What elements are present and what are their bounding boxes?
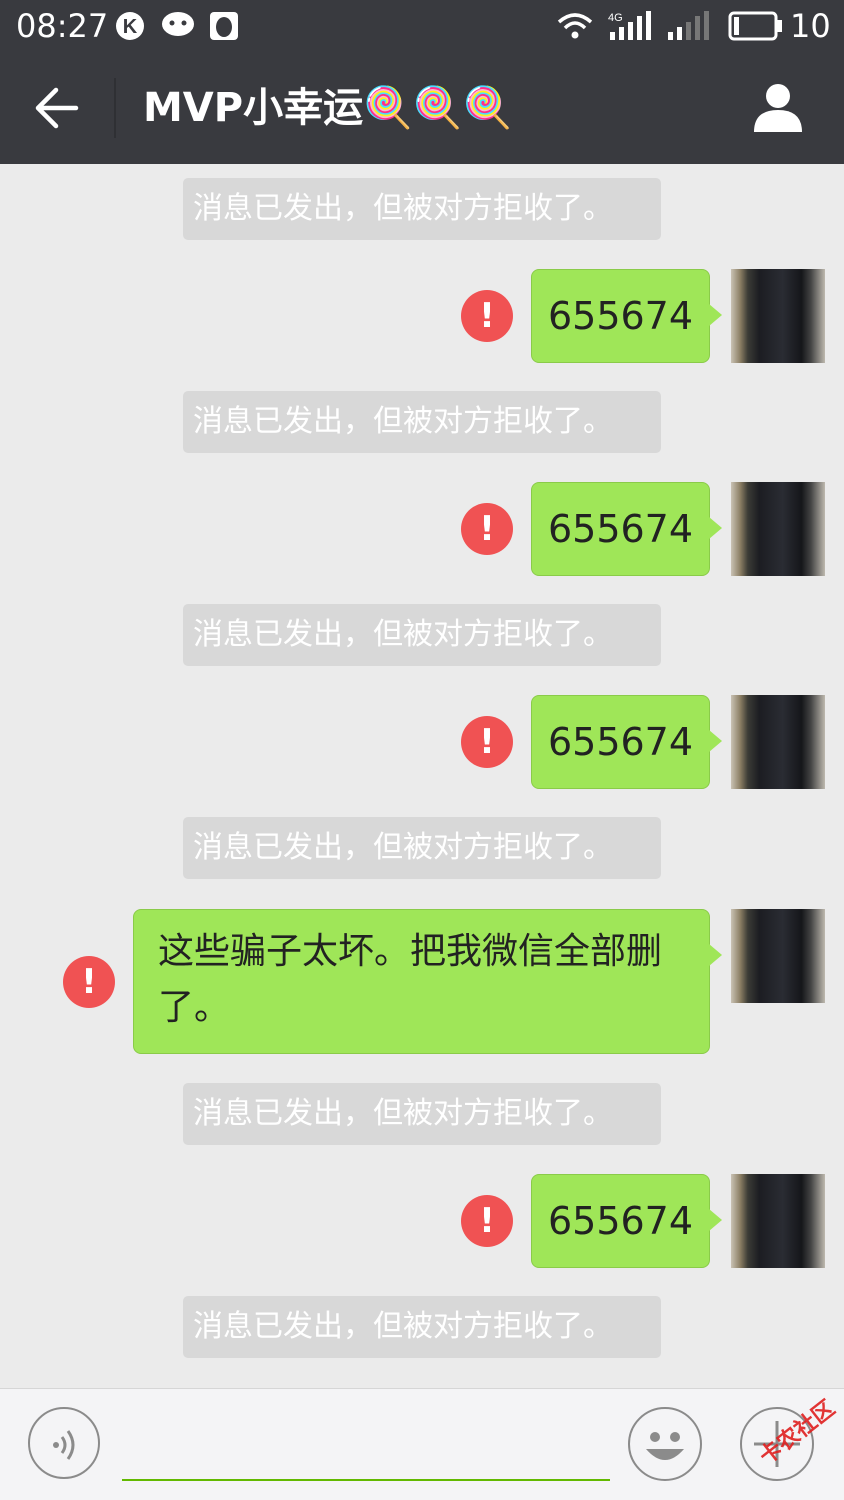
- message-input[interactable]: [122, 1419, 614, 1477]
- voice-icon: [53, 1430, 75, 1460]
- voice-button[interactable]: [28, 1407, 100, 1479]
- status-bar: 08:27 K 4G 10: [0, 0, 844, 52]
- message-text: 这些骗子太坏。把我微信全部删了。: [158, 931, 663, 1028]
- system-notice: 消息已发出，但被对方拒收了。: [183, 1083, 661, 1145]
- avatar[interactable]: [731, 269, 825, 363]
- network-label: 4G: [608, 12, 623, 24]
- message-text: 655674: [547, 507, 694, 551]
- battery-icon: [728, 11, 782, 41]
- system-notice: 消息已发出，但被对方拒收了。: [183, 604, 661, 666]
- avatar[interactable]: [731, 695, 825, 789]
- wifi-icon: [557, 13, 593, 39]
- person-icon: [754, 84, 802, 132]
- arrow-left-icon: [35, 87, 79, 129]
- back-button[interactable]: [28, 80, 88, 136]
- title-bar: MVP小幸运🍭🍭🍭: [0, 52, 844, 164]
- title-divider: [114, 78, 116, 138]
- message-text: 655674: [547, 1199, 694, 1243]
- qq-icon: [210, 12, 238, 40]
- wechat-icon: [162, 12, 194, 36]
- send-failed-icon[interactable]: !: [461, 716, 513, 768]
- message-bubble[interactable]: 655674: [531, 695, 722, 789]
- send-failed-icon[interactable]: !: [63, 956, 115, 1008]
- avatar[interactable]: [731, 909, 825, 1003]
- system-notice: 消息已发出，但被对方拒收了。: [183, 178, 661, 240]
- signal-icon: [668, 11, 709, 40]
- input-bar: 卡农社区: [0, 1388, 844, 1500]
- svg-text:K: K: [123, 16, 138, 38]
- message-bubble[interactable]: 655674: [531, 1174, 722, 1268]
- smile-icon: [646, 1432, 684, 1460]
- message-bubble[interactable]: 这些骗子太坏。把我微信全部删了。: [133, 909, 722, 1054]
- message-bubble[interactable]: 655674: [531, 482, 722, 576]
- chat-info-button[interactable]: [748, 80, 808, 136]
- message-bubble[interactable]: 655674: [531, 269, 722, 363]
- system-notice: 消息已发出，但被对方拒收了。: [183, 391, 661, 453]
- status-time: 08:27: [16, 7, 109, 45]
- kmusic-icon: K: [116, 12, 144, 40]
- send-failed-icon[interactable]: !: [461, 290, 513, 342]
- emoji-button[interactable]: [628, 1407, 702, 1481]
- avatar[interactable]: [731, 1174, 825, 1268]
- message-text: 655674: [547, 294, 694, 338]
- chat-title: MVP小幸运🍭🍭🍭: [143, 85, 513, 131]
- system-notice: 消息已发出，但被对方拒收了。: [183, 1296, 661, 1358]
- battery-level: 10: [790, 7, 831, 45]
- send-failed-icon[interactable]: !: [461, 1195, 513, 1247]
- send-failed-icon[interactable]: !: [461, 503, 513, 555]
- signal-4g-icon: 4G: [608, 11, 651, 40]
- system-notice: 消息已发出，但被对方拒收了。: [183, 817, 661, 879]
- message-text: 655674: [547, 720, 694, 764]
- chat-screen: 08:27 K 4G 10 MVP小幸运🍭🍭🍭 消息已发出，但被对方拒收了。 !…: [0, 0, 844, 1500]
- avatar[interactable]: [731, 482, 825, 576]
- input-underline: [122, 1479, 610, 1481]
